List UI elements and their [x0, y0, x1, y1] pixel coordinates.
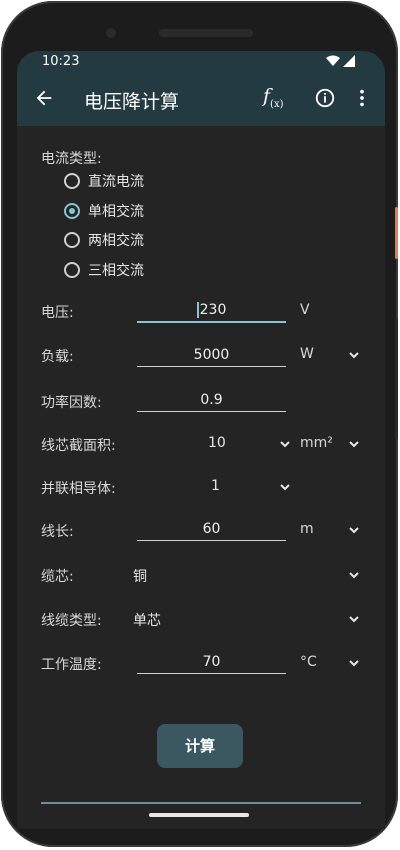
temperature-value: 70: [202, 654, 221, 670]
load-unit[interactable]: W: [300, 346, 314, 362]
cross-section-value[interactable]: 10: [208, 435, 226, 451]
temperature-unit[interactable]: °C: [300, 654, 317, 670]
cross-section-dropdown-icon[interactable]: [279, 438, 291, 450]
parallel-conductors-dropdown-icon[interactable]: [279, 481, 291, 493]
voltage-input[interactable]: 230: [137, 299, 286, 323]
radio-circle: [64, 232, 80, 248]
radio-two-phase[interactable]: 两相交流: [64, 230, 144, 250]
more-vert-icon[interactable]: [355, 87, 369, 109]
text-caret: [196, 302, 199, 318]
radio-label: 三相交流: [88, 263, 144, 279]
app-bar: 电压降计算 f(x): [17, 73, 385, 126]
cross-section-label: 线芯截面积:: [41, 438, 116, 454]
load-label: 负载:: [41, 349, 74, 365]
length-unit[interactable]: m: [300, 521, 314, 537]
power-factor-label: 功率因数:: [41, 395, 102, 411]
length-unit-dropdown-icon[interactable]: [348, 524, 360, 536]
voltage-label: 电压:: [41, 305, 74, 321]
signal-icon: [343, 55, 355, 67]
home-indicator[interactable]: [149, 813, 249, 817]
parallel-conductors-label: 并联相导体:: [41, 481, 116, 497]
radio-single-phase[interactable]: 单相交流: [64, 201, 144, 221]
earpiece-speaker: [159, 29, 253, 37]
cable-type-value[interactable]: 单芯: [133, 610, 161, 630]
formula-label: f: [263, 85, 271, 107]
core-material-dropdown-icon[interactable]: [348, 569, 360, 581]
core-material-label: 缆芯:: [41, 569, 74, 585]
core-material-value[interactable]: 铜: [133, 566, 147, 586]
power-button: [395, 207, 398, 259]
length-label: 线长:: [41, 524, 74, 540]
radio-label: 单相交流: [88, 204, 144, 220]
radio-dc[interactable]: 直流电流: [64, 171, 144, 191]
radio-three-phase[interactable]: 三相交流: [64, 260, 144, 280]
parallel-conductors-value[interactable]: 1: [211, 478, 220, 494]
load-input[interactable]: 5000: [137, 344, 286, 367]
length-input[interactable]: 60: [137, 518, 286, 541]
radio-label: 直流电流: [88, 174, 144, 190]
status-time: 10:23: [42, 54, 80, 69]
length-value: 60: [202, 521, 221, 537]
status-icons: [326, 55, 355, 67]
power-factor-input[interactable]: 0.9: [137, 389, 286, 412]
cross-section-unit-dropdown-icon[interactable]: [348, 438, 360, 450]
page-title: 电压降计算: [84, 91, 180, 113]
phone-frame: 10:23 电压降计算 f(x) 电流类型: 直流电流 单相交流 两相交流 三相…: [1, 1, 398, 847]
status-bar: 10:23: [17, 51, 385, 73]
radio-circle: [64, 173, 80, 189]
voltage-value: 230: [199, 302, 227, 318]
app-screen: 10:23 电压降计算 f(x) 电流类型: 直流电流 单相交流 两相交流 三相…: [17, 51, 385, 829]
back-arrow-icon[interactable]: [33, 87, 55, 109]
cable-type-dropdown-icon[interactable]: [348, 613, 360, 625]
front-camera: [103, 25, 119, 41]
radio-label: 两相交流: [88, 233, 144, 249]
current-type-label: 电流类型:: [41, 151, 102, 167]
temperature-unit-dropdown-icon[interactable]: [348, 657, 360, 669]
load-unit-dropdown-icon[interactable]: [348, 349, 360, 361]
cable-type-label: 线缆类型:: [41, 613, 102, 629]
voltage-unit: V: [300, 302, 310, 318]
formula-sub: (x): [270, 98, 284, 110]
result-divider: [41, 802, 361, 804]
formula-button[interactable]: f(x): [263, 85, 284, 110]
load-value: 5000: [193, 347, 230, 363]
volume-rocker: [395, 319, 398, 439]
calculate-button[interactable]: 计算: [157, 724, 243, 768]
radio-circle-checked: [64, 203, 80, 219]
temperature-label: 工作温度:: [41, 657, 102, 673]
cross-section-unit[interactable]: mm²: [300, 435, 333, 451]
form-content: 电流类型: 直流电流 单相交流 两相交流 三相交流 电压: 230 V 负载: …: [17, 126, 385, 829]
info-icon[interactable]: [314, 87, 336, 109]
wifi-icon: [326, 55, 340, 66]
power-factor-value: 0.9: [200, 392, 223, 408]
radio-circle: [64, 262, 80, 278]
temperature-input[interactable]: 70: [137, 651, 286, 674]
